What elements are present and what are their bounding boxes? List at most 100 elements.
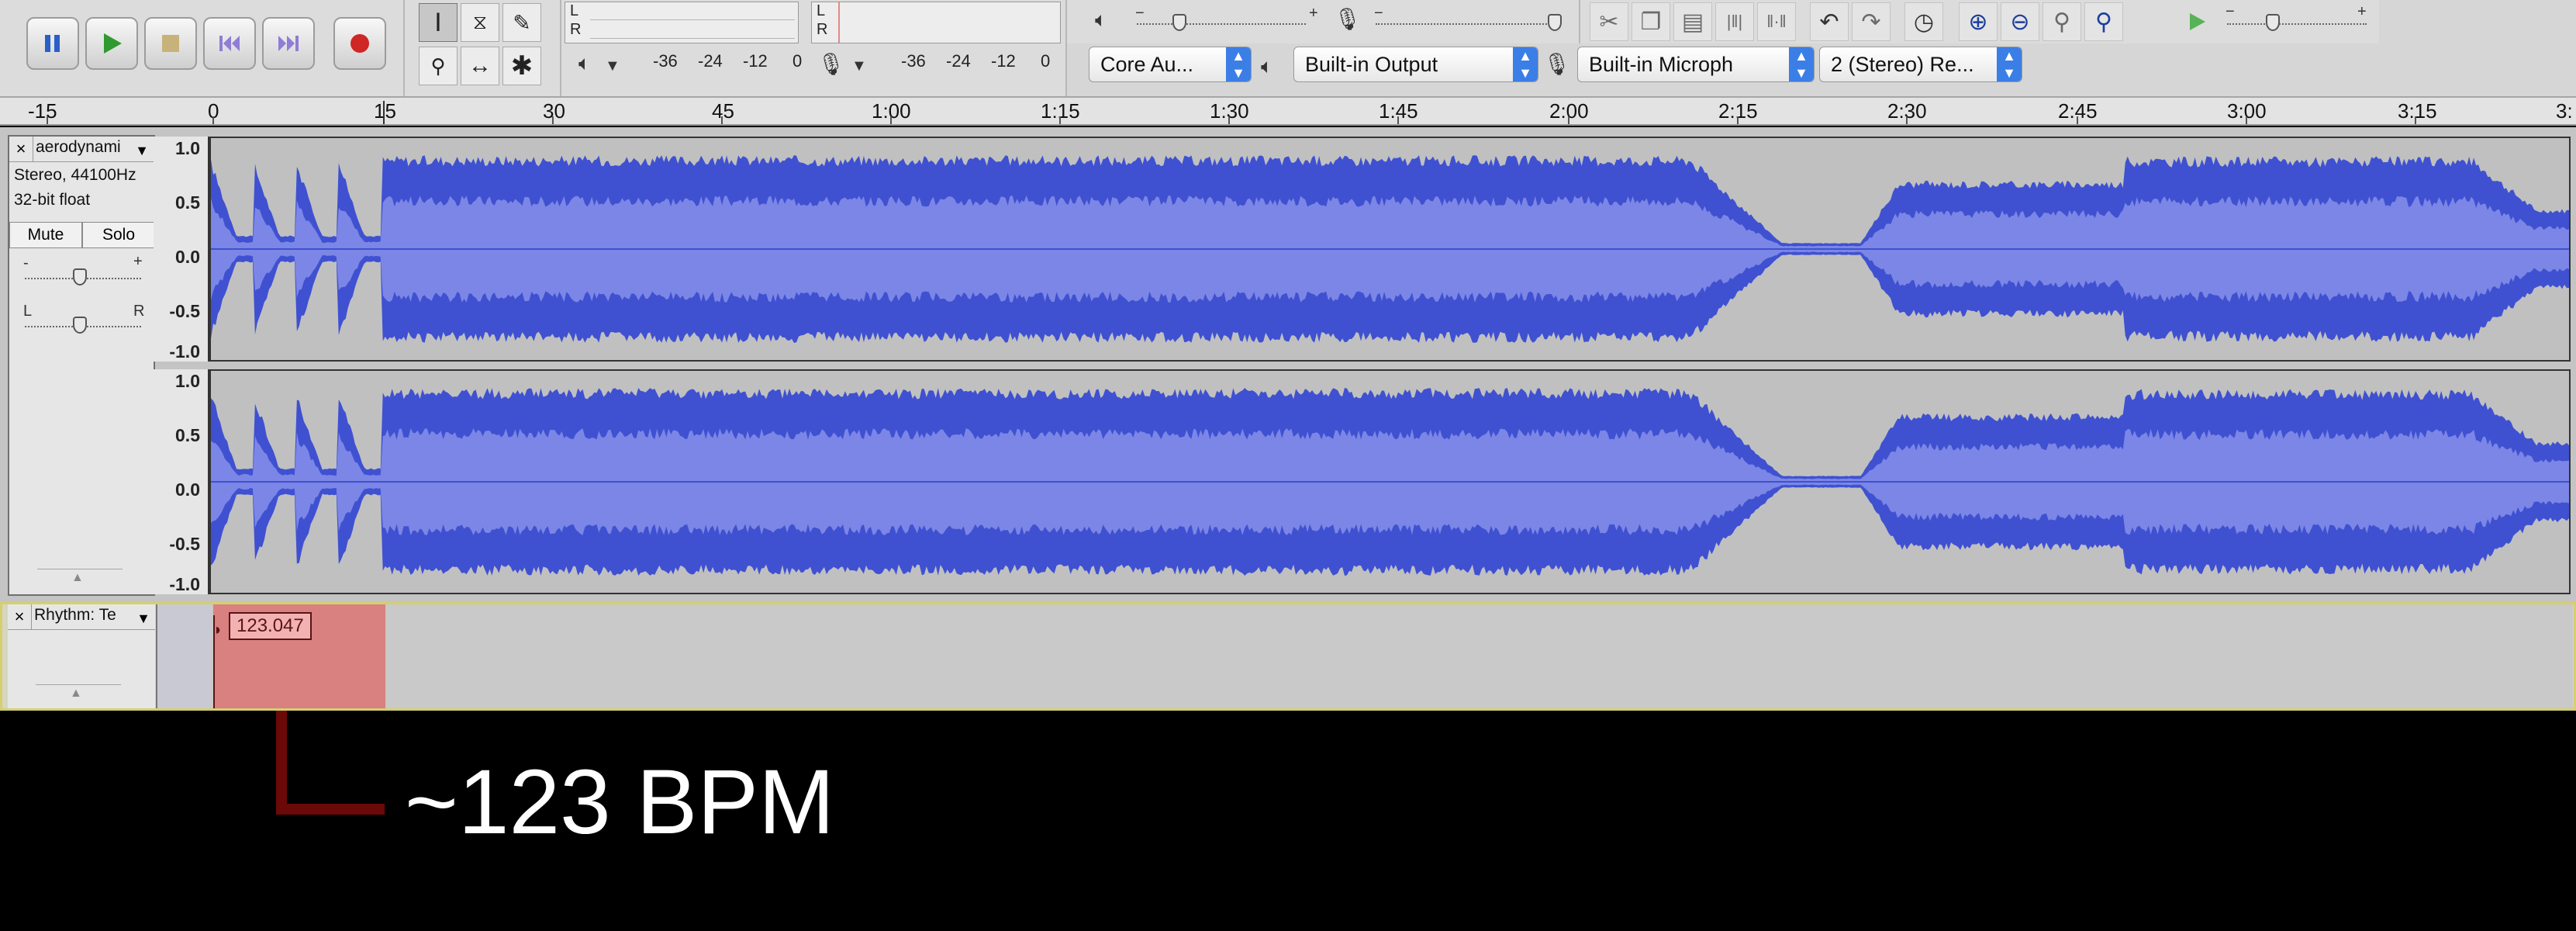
playback-volume-slider[interactable] xyxy=(1172,14,1186,31)
microphone-icon: 🎙︎ xyxy=(817,52,845,76)
waveform-left-channel[interactable] xyxy=(209,137,2571,362)
track-name-menu[interactable]: Rhythm: Te xyxy=(34,606,116,625)
chevron-down-icon[interactable]: ▼ xyxy=(605,57,620,75)
close-track-button[interactable]: × xyxy=(9,137,33,161)
record-meter[interactable]: L R xyxy=(811,2,1061,43)
annotation-bracket-vertical xyxy=(276,711,287,815)
multi-tool-icon: ✱ xyxy=(510,51,534,81)
slider-minus: − xyxy=(2226,3,2235,20)
trim-button[interactable]: |‖| xyxy=(1715,2,1754,41)
audio-host-select[interactable]: Core Au... ▲ ▼ xyxy=(1089,47,1252,82)
timeshift-tool-button[interactable]: ↔ xyxy=(461,47,499,85)
fit-project-button[interactable]: ⚲ xyxy=(2084,2,2123,41)
playback-volume-track[interactable] xyxy=(1137,23,1306,26)
label-track[interactable]: × Rhythm: Te ▼ ▲ ◗ 123.047 xyxy=(0,602,2576,711)
chevron-down-icon[interactable]: ▼ xyxy=(851,57,867,75)
input-device-value: Built-in Microph xyxy=(1589,53,1734,76)
pan-slider[interactable] xyxy=(73,317,87,334)
record-volume-track[interactable] xyxy=(1376,23,1556,26)
ruler-label: 3: xyxy=(2556,99,2573,123)
bpm-label-text[interactable]: 123.047 xyxy=(229,612,312,640)
scale-label: 1.0 xyxy=(175,371,200,391)
collapse-track-button[interactable]: ▲ xyxy=(37,569,123,591)
skip-to-end-button[interactable] xyxy=(262,17,315,70)
play-button[interactable] xyxy=(85,17,138,70)
silence-button[interactable]: ‖·‖ xyxy=(1757,2,1796,41)
gain-slider[interactable] xyxy=(73,268,87,286)
mute-button[interactable]: Mute xyxy=(9,222,82,248)
play-speed-track[interactable] xyxy=(2227,23,2367,26)
solo-button[interactable]: Solo xyxy=(82,222,155,248)
draw-tool-button[interactable]: ✎ xyxy=(502,3,541,42)
play-icon xyxy=(2190,13,2205,30)
meter-label-r: R xyxy=(570,21,582,38)
play-speed-slider[interactable] xyxy=(2266,14,2280,31)
ruler-tick xyxy=(1568,116,1569,124)
record-volume-slider[interactable] xyxy=(1548,14,1562,31)
ruler-label: 3:15 xyxy=(2398,99,2437,123)
stop-button[interactable] xyxy=(144,17,197,70)
speaker-icon: 🔈︎ xyxy=(1261,54,1273,78)
chevron-down-icon[interactable]: ▼ xyxy=(136,611,150,627)
cut-button[interactable]: ✂ xyxy=(1590,2,1628,41)
skip-to-start-button[interactable] xyxy=(203,17,256,70)
close-track-button[interactable]: × xyxy=(8,604,32,629)
redo-button[interactable]: ↷ xyxy=(1852,2,1891,41)
sync-lock-button[interactable]: ◷ xyxy=(1904,2,1943,41)
skip-to-start-icon xyxy=(219,36,240,51)
undo-icon: ↶ xyxy=(1819,9,1839,35)
slider-minus: − xyxy=(1374,5,1383,22)
chevron-down-icon[interactable]: ▼ xyxy=(135,143,149,159)
label-track-lane[interactable] xyxy=(212,604,2573,708)
undo-button[interactable]: ↶ xyxy=(1810,2,1849,41)
gain-minus: - xyxy=(23,254,29,272)
scale-label: -0.5 xyxy=(169,534,200,554)
envelope-tool-button[interactable]: ⧖ xyxy=(461,3,499,42)
stop-icon xyxy=(162,35,179,52)
play-at-speed-button[interactable] xyxy=(2177,2,2216,41)
record-button[interactable] xyxy=(333,17,386,70)
waveform-right-channel[interactable] xyxy=(209,369,2571,594)
collapse-track-button[interactable]: ▲ xyxy=(36,684,121,707)
ruler-label: 15 xyxy=(374,99,396,123)
microphone-icon: 🎙︎ xyxy=(1543,52,1571,76)
meter-toolbar: L R L R 🔈︎ ▼ -36 -24 -12 0 🎙︎ ▼ -36 -24 … xyxy=(561,0,1067,96)
meter-scale-label: -24 xyxy=(698,51,723,71)
playback-meter[interactable]: L R xyxy=(565,2,799,43)
play-at-speed-toolbar: − + xyxy=(2174,0,2379,43)
zoom-tool-button[interactable]: ⚲ xyxy=(419,47,458,85)
track-name-menu[interactable]: aerodynami xyxy=(36,138,121,157)
copy-button[interactable]: ❐ xyxy=(1632,2,1670,41)
meter-scale-label: -24 xyxy=(946,51,971,71)
vertical-scale-right-channel[interactable]: 1.0 0.5 0.0 -0.5 -1.0 xyxy=(154,369,209,594)
annotation-bracket-horizontal xyxy=(276,804,385,815)
skip-to-end-icon xyxy=(278,36,299,51)
updown-chevron-icon: ▲ ▼ xyxy=(1789,47,1814,81)
meter-scale-label: -36 xyxy=(653,51,678,71)
scale-label: 1.0 xyxy=(175,138,200,158)
meter-peak-marker xyxy=(838,2,840,43)
ruler-tick xyxy=(1059,116,1061,124)
multi-tool-button[interactable]: ✱ xyxy=(502,47,541,85)
microphone-icon: 🎙︎ xyxy=(1334,7,1362,31)
ruler-tick xyxy=(212,116,214,124)
scale-label: 0.0 xyxy=(175,479,200,500)
input-device-select[interactable]: Built-in Microph ▲ ▼ xyxy=(1577,47,1815,82)
pause-button[interactable] xyxy=(26,17,79,70)
vertical-scale-left-channel[interactable]: 1.0 0.5 0.0 -0.5 -1.0 xyxy=(154,137,209,362)
zoom-out-button[interactable]: ⊖ xyxy=(2001,2,2039,41)
paste-button[interactable]: ▤ xyxy=(1673,2,1712,41)
fit-selection-button[interactable]: ⚲ xyxy=(2042,2,2081,41)
zoom-in-button[interactable]: ⊕ xyxy=(1959,2,1998,41)
ruler-tick xyxy=(1228,116,1230,124)
timeshift-icon: ↔ xyxy=(468,53,492,78)
annotation-area: ~123 BPM xyxy=(0,711,2576,931)
scale-label: 0.5 xyxy=(175,425,200,445)
label-handle-icon[interactable]: ◗ xyxy=(213,621,223,639)
timeline-ruler[interactable]: -15 0 15 30 45 1:00 1:15 1:30 1:45 2:00 … xyxy=(0,98,2576,126)
input-channels-select[interactable]: 2 (Stereo) Re... ▲ ▼ xyxy=(1819,47,2022,82)
selection-tool-button[interactable]: I xyxy=(419,3,458,42)
track-header: × aerodynami ▼ xyxy=(9,137,154,162)
ruler-tick xyxy=(1906,116,1908,124)
output-device-select[interactable]: Built-in Output ▲ ▼ xyxy=(1293,47,1538,82)
